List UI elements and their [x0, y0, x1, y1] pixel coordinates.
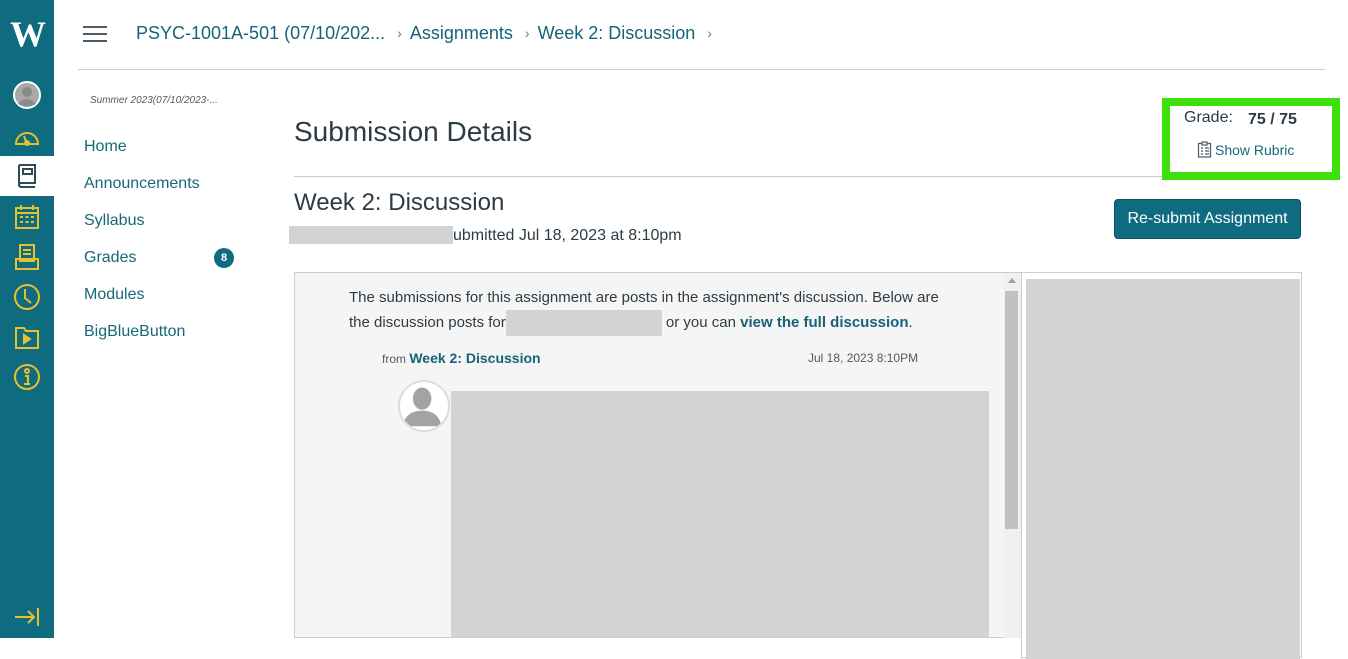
info-icon [14, 364, 40, 390]
nav-studio[interactable] [0, 317, 54, 357]
scroll-thumb[interactable] [1005, 291, 1018, 529]
nav-calendar[interactable] [0, 197, 54, 237]
course-nav-modules[interactable]: Modules [84, 276, 254, 313]
show-rubric-link[interactable]: Show Rubric [1197, 141, 1294, 158]
nav-inbox[interactable] [0, 237, 54, 277]
term-label: Summer 2023(07/10/2023-... [90, 95, 218, 106]
assignment-title: Week 2: Discussion [294, 189, 505, 216]
institution-logo[interactable]: W [0, 10, 54, 58]
grade-label: Grade: [1184, 109, 1233, 126]
course-nav: Home Announcements Syllabus Grades 8 Mod… [84, 128, 254, 350]
submitted-timestamp: ubmitted Jul 18, 2023 at 8:10pm [453, 227, 682, 244]
chevron-right-icon: › [707, 25, 712, 41]
avatar-placeholder-icon [402, 387, 442, 427]
chevron-right-icon: › [524, 25, 530, 41]
post-date: Jul 18, 2023 8:10PM [808, 351, 919, 365]
dashboard-icon [14, 132, 40, 146]
grade-summary: Grade: 75 / 75 Show Rubric [1162, 98, 1340, 180]
scroll-up-arrow-icon[interactable] [1008, 278, 1016, 283]
chevron-right-icon: › [397, 25, 402, 41]
breadcrumb-assignment[interactable]: Week 2: Discussion [538, 23, 696, 44]
header-divider [78, 69, 1325, 70]
avatar[interactable] [398, 380, 450, 432]
breadcrumb-assignments[interactable]: Assignments [410, 23, 513, 44]
redacted-student-name [505, 310, 662, 336]
breadcrumb-course[interactable]: PSYC-1001A-501 (07/10/202... [136, 23, 385, 44]
breadcrumb: PSYC-1001A-501 (07/10/202... › Assignmen… [136, 20, 720, 46]
resubmit-assignment-button[interactable]: Re-submit Assignment [1114, 199, 1301, 239]
folder-play-icon [15, 327, 39, 349]
nav-history[interactable] [0, 277, 54, 317]
redacted-post-content [451, 391, 989, 637]
intro-text: or you can [661, 313, 741, 331]
page-title: Submission Details [294, 116, 533, 147]
redacted-student-name [289, 226, 453, 244]
submission-preview-frame: The submissions for this assignment are … [294, 272, 1021, 638]
nav-dashboard[interactable] [0, 117, 54, 157]
course-nav-announcements[interactable]: Announcements [84, 165, 254, 202]
hamburger-menu-button[interactable] [83, 24, 109, 44]
rubric-icon [1197, 141, 1212, 158]
course-nav-label: BigBlueButton [84, 322, 186, 340]
calendar-icon [15, 205, 39, 229]
nav-collapse[interactable] [0, 597, 54, 637]
course-nav-label: Home [84, 137, 127, 155]
comments-panel [1021, 272, 1302, 659]
discussion-link[interactable]: Week 2: Discussion [409, 350, 540, 366]
nav-account[interactable] [0, 75, 54, 115]
redacted-comments [1026, 279, 1300, 659]
collapse-arrow-icon [15, 608, 39, 626]
clock-icon [14, 284, 40, 310]
view-full-discussion-link[interactable]: view the full discussion [740, 314, 908, 331]
inbox-icon [15, 244, 39, 270]
course-nav-syllabus[interactable]: Syllabus [84, 202, 254, 239]
course-nav-label: Announcements [84, 174, 200, 192]
grade-value: 75 / 75 [1248, 111, 1297, 128]
course-nav-label: Syllabus [84, 211, 145, 229]
show-rubric-label: Show Rubric [1215, 141, 1295, 158]
submission-intro: The submissions for this assignment are … [349, 286, 949, 336]
book-icon [18, 164, 36, 188]
course-nav-home[interactable]: Home [84, 128, 254, 165]
frame-scrollbar[interactable] [1004, 273, 1021, 638]
post-source: from Week 2: Discussion [382, 350, 541, 366]
avatar-icon [13, 81, 41, 109]
intro-text: . [908, 313, 913, 331]
global-nav: W [0, 0, 54, 638]
grades-count-badge: 8 [214, 248, 234, 268]
from-label: from [382, 352, 410, 366]
nav-help[interactable] [0, 357, 54, 397]
course-nav-label: Grades [84, 248, 137, 266]
course-nav-label: Modules [84, 285, 145, 303]
course-nav-bigbluebutton[interactable]: BigBlueButton [84, 313, 254, 350]
nav-courses[interactable] [0, 156, 54, 196]
course-nav-grades[interactable]: Grades 8 [84, 239, 254, 276]
